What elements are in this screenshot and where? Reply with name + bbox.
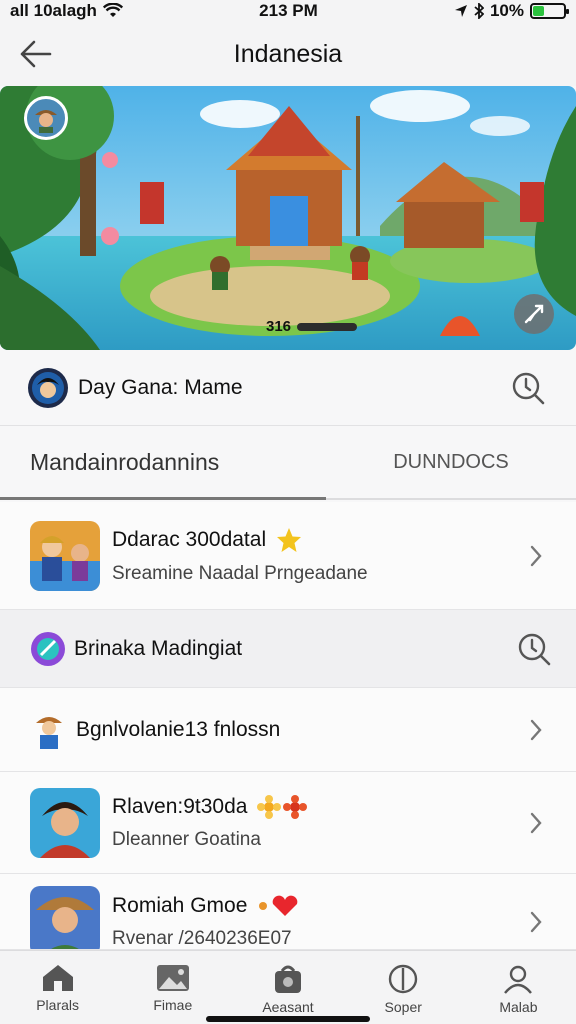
tab-bar-label: Plarals xyxy=(36,997,79,1013)
list-item-subtitle: Dleanner Goatina xyxy=(112,828,261,850)
battery-fill xyxy=(533,6,544,16)
island-scene-image xyxy=(0,86,576,350)
tab-bar-item-compass[interactable]: Soper xyxy=(346,951,461,1024)
list-item-thumbnail xyxy=(30,631,66,667)
clock-search-icon xyxy=(518,633,551,665)
carrier-text: all 10alagh xyxy=(10,1,97,20)
location-icon xyxy=(454,5,467,17)
list-item[interactable]: Rlaven:9t30da Dleanner Goatina xyxy=(0,772,576,874)
list-item[interactable]: Brinaka Madingiat xyxy=(0,610,576,688)
tab-secondary-label: DUNNDOCS xyxy=(393,450,509,473)
list-item-thumbnail xyxy=(30,886,100,949)
list-item-subtitle: Sreamine Naadal Prngeadane xyxy=(112,562,368,584)
tab-primary-label: Mandainrodannins xyxy=(30,448,220,475)
star-icon xyxy=(277,527,302,552)
featured-avatar xyxy=(28,367,68,408)
status-bar: all 10alagh 213 PM 10% xyxy=(0,0,576,22)
battery-percent: 10% xyxy=(489,1,524,20)
tab-bar-item-bag[interactable]: Aeasant xyxy=(230,951,345,1024)
list-item-title: Rlaven:9t30da xyxy=(112,794,248,818)
list-item-history-button[interactable] xyxy=(514,629,554,669)
list-item-title-row: Rlaven:9t30da xyxy=(112,794,526,819)
tab-primary[interactable]: Mandainrodannins xyxy=(0,426,326,500)
featured-row[interactable]: Day Gana: Mame xyxy=(0,350,576,426)
tab-strip: Mandainrodannins DUNNDOCS xyxy=(0,426,576,500)
tab-bar-item-gallery[interactable]: Fimae xyxy=(115,951,230,1024)
home-icon xyxy=(42,965,73,991)
hero-illustration[interactable]: 316 xyxy=(0,86,576,350)
list-item-thumbnail xyxy=(30,520,100,591)
bottom-tab-bar: Plarals Fimae Aeasant Soper Malab xyxy=(0,950,576,1024)
list-item-title: Bgnlvolanie13 fnlossn xyxy=(76,717,281,741)
clock-text: 213 PM xyxy=(259,1,318,20)
adventure-thumbnail-image xyxy=(30,520,100,591)
hero-progress-bar xyxy=(297,322,358,331)
list-item-title: Romiah Gmoe xyxy=(112,894,248,917)
status-right: 10% xyxy=(454,1,569,21)
list-item-thumbnail xyxy=(30,711,68,749)
list-item-text: Ddarac 300datal Sreamine Naadal Prngeada… xyxy=(112,527,526,585)
character-avatar-icon xyxy=(32,371,64,404)
back-button[interactable] xyxy=(18,36,54,72)
list-item-title-row: Ddarac 300datal xyxy=(112,527,526,553)
nav-bar: Indanesia xyxy=(0,22,576,86)
tab-bar-item-home[interactable]: Plarals xyxy=(0,951,115,1024)
character-portrait-image xyxy=(30,787,100,858)
traveler-portrait-image xyxy=(30,886,100,949)
compass-icon xyxy=(389,964,418,994)
list-item-text: Bgnlvolanie13 fnlossn xyxy=(76,718,526,742)
tab-bar-item-profile[interactable]: Malab xyxy=(461,951,576,1024)
heart-icon xyxy=(259,895,298,916)
bluetooth-icon xyxy=(474,3,484,19)
list-item[interactable]: Bgnlvolanie13 fnlossn xyxy=(0,688,576,772)
hero-expand-button[interactable] xyxy=(514,294,554,334)
tab-bar-label: Soper xyxy=(384,999,422,1015)
tab-active-indicator xyxy=(0,497,326,500)
hero-avatar-badge[interactable] xyxy=(24,96,68,140)
chevron-right-icon xyxy=(526,908,546,936)
chevron-right-icon xyxy=(526,542,546,570)
explorer-avatar-icon xyxy=(35,110,57,133)
tab-secondary[interactable]: DUNNDOCS xyxy=(326,426,576,498)
tab-bar-label: Aeasant xyxy=(262,999,314,1015)
clock-search-icon xyxy=(512,372,545,404)
list-item-text: Rlaven:9t30da Dleanner Goatina xyxy=(112,794,526,851)
list-item-text: Brinaka Madingiat xyxy=(74,637,514,661)
list-item[interactable]: Ddarac 300datal Sreamine Naadal Prngeada… xyxy=(0,502,576,610)
status-left: all 10alagh xyxy=(10,1,123,21)
explorer-figure-image xyxy=(36,716,62,749)
badge-icon xyxy=(31,631,65,666)
chevron-right-icon xyxy=(526,716,546,744)
tab-bar-label: Fimae xyxy=(153,997,193,1013)
hero-counter: 316 xyxy=(266,318,358,335)
list-item-title: Brinaka Madingiat xyxy=(74,636,243,660)
chevron-right-icon xyxy=(526,809,546,837)
flower-icon xyxy=(257,794,308,819)
featured-history-button[interactable] xyxy=(508,368,548,408)
profile-icon xyxy=(504,965,533,994)
list-item[interactable]: Romiah Gmoe Rvenar /2640236E07 xyxy=(0,874,576,950)
list-item-text: Romiah Gmoe Rvenar /2640236E07 xyxy=(112,886,526,949)
list-item-thumbnail xyxy=(30,787,100,858)
expand-icon xyxy=(524,304,544,324)
list-item-title-row: Romiah Gmoe xyxy=(112,894,526,918)
battery-icon xyxy=(530,3,569,19)
bag-icon xyxy=(275,965,301,993)
hero-counter-text: 316 xyxy=(266,318,292,335)
tab-bar-label: Malab xyxy=(499,999,538,1015)
home-indicator[interactable] xyxy=(206,1016,370,1022)
page-title: Indanesia xyxy=(233,39,343,68)
list-item-subtitle: Rvenar /2640236E07 xyxy=(112,928,292,949)
gallery-icon xyxy=(156,965,189,991)
list-item-title: Ddarac 300datal xyxy=(112,527,267,551)
featured-label: Day Gana: Mame xyxy=(78,375,243,399)
wifi-icon xyxy=(102,3,123,17)
back-arrow-icon xyxy=(20,40,52,68)
